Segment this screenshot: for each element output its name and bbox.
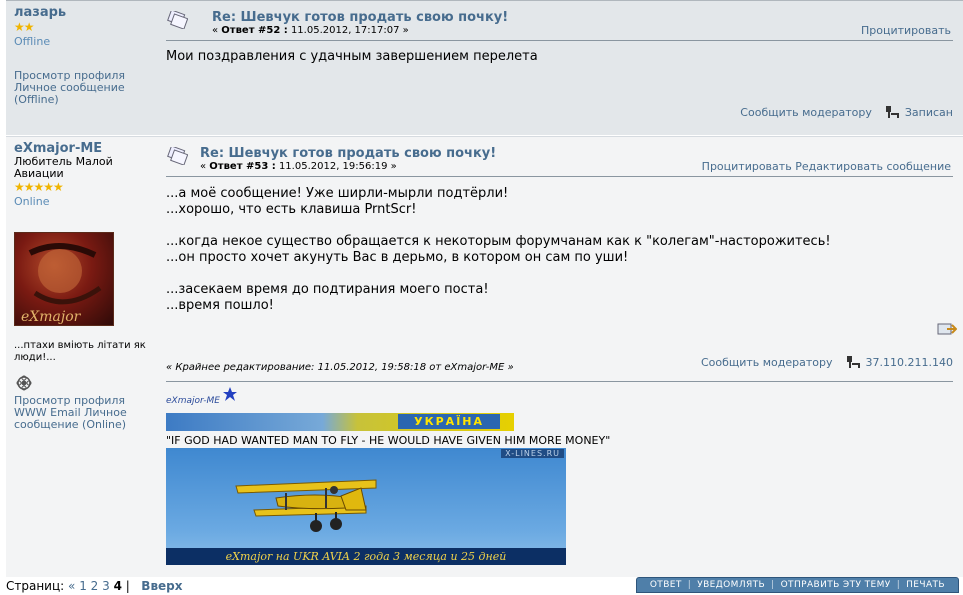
notify-button[interactable]: УВЕДОМЛЯТЬ — [692, 580, 770, 590]
personal-text-value: ...птахи вміють літати як люди!... — [14, 340, 146, 363]
signature-quote-text: "IF GOD HAD WANTED MAN TO FLY - HE WOULD… — [166, 434, 611, 447]
post-line: ...когда некое существо обращается к нек… — [166, 234, 831, 249]
post-line: ...хорошо, что есть клавиша PrntScr! — [166, 202, 417, 217]
logged-icon — [885, 105, 901, 119]
post-52: лазарь ★★ Offline Просмотр профиля Лично… — [6, 0, 963, 135]
post-meta: « Ответ #53 : 11.05.2012, 19:56:19 » — [200, 161, 397, 172]
post-main: Re: Шевчук готов продать свою почку! « О… — [166, 137, 958, 565]
go-top-link[interactable]: Вверх — [141, 579, 182, 593]
post-line: ...он просто хочет акунуть Вас в дерьмо,… — [166, 250, 629, 265]
signature-logo-text: eXmajor-ME — [166, 396, 220, 406]
biplane-image — [235, 479, 377, 532]
quote-button[interactable]: Процитировать — [702, 160, 792, 173]
reply-button[interactable]: ОТВЕТ — [645, 580, 687, 590]
reply-number: Ответ #52 : — [221, 25, 288, 36]
star-icon — [222, 387, 237, 401]
banner-caption-text: eXmajor на UKR AVIA 2 года 3 месяца и 25… — [225, 550, 507, 563]
send-topic-button[interactable]: ОТПРАВИТЬ ЭТУ ТЕМУ — [776, 580, 896, 590]
online-status: Offline — [14, 35, 51, 48]
post-actions: Процитировать Редактировать сообщение — [702, 160, 951, 173]
post-main: Re: Шевчук готов продать свою почку! « О… — [166, 1, 953, 65]
post-header: Re: Шевчук готов продать свою почку! « О… — [166, 137, 953, 177]
www-email-pm-links[interactable]: WWW Email Личное сообщение (Online) — [14, 406, 127, 431]
aviation-banner: X-LINES.RU eXmajor на UKR AVIA 2 года 3 … — [166, 448, 566, 565]
avatar-text: eXmajor — [21, 309, 82, 325]
post-line — [166, 218, 953, 234]
author-link[interactable]: eXmajor-ME — [14, 141, 154, 156]
poster-links: Просмотр профиля Личное сообщение (Offli… — [14, 70, 154, 106]
ip-address-link[interactable]: 37.110.211.140 — [866, 356, 953, 369]
current-page: 4 — [113, 579, 122, 593]
signature-logo: eXmajor-ME — [166, 387, 237, 406]
meta-prefix: « — [200, 161, 210, 172]
rank-stars: ★★ — [14, 20, 35, 34]
avatar: eXmajor — [14, 232, 114, 326]
signature-divider — [166, 381, 953, 382]
post-meta: « Ответ #52 : 11.05.2012, 17:17:07 » — [212, 25, 409, 36]
page-link-3[interactable]: 3 — [102, 579, 110, 593]
poster-links: Просмотр профиля WWW Email Личное сообще… — [14, 395, 154, 431]
page-link-2[interactable]: 2 — [91, 579, 99, 593]
post-header: Re: Шевчук готов продать свою почку! « О… — [166, 1, 953, 41]
post-title[interactable]: Re: Шевчук готов продать свою почку! — [200, 146, 496, 161]
post-date: 11.05.2012, 19:56:19 » — [275, 161, 397, 172]
poster-info: лазарь ★★ Offline Просмотр профиля Лично… — [14, 5, 154, 106]
signature-quote: "IF GOD HAD WANTED MAN TO FLY - HE WOULD… — [166, 434, 610, 447]
prev-page-link[interactable]: « — [68, 579, 75, 593]
topic-buttons: ОТВЕТ | УВЕДОМЛЯТЬ | ОТПРАВИТЬ ЭТУ ТЕМУ | ПЕЧА… — [635, 577, 959, 593]
pagination: Страниц: « 1 2 3 4 | Вверх — [6, 579, 183, 593]
ip-icon — [846, 355, 862, 369]
gender-icon — [16, 375, 32, 395]
post-line: ...время пошло! — [166, 298, 274, 313]
post-text: Мои поздравления с удачным завершением п… — [166, 49, 538, 64]
topic-icon — [167, 147, 188, 165]
post-date: 11.05.2012, 17:17:07 » — [287, 25, 409, 36]
topic-icon — [167, 11, 188, 29]
pager-separator: | — [125, 579, 130, 593]
pages-label: Страниц: — [6, 579, 65, 593]
post-title[interactable]: Re: Шевчук готов продать свою почку! — [212, 10, 508, 25]
post-footer: Сообщить модератору Записан — [740, 105, 953, 119]
edit-button[interactable]: Редактировать сообщение — [795, 160, 951, 173]
report-moderator-link[interactable]: Сообщить модератору — [740, 106, 872, 119]
rank-stars: ★★★★★ — [14, 180, 64, 194]
banner-caption: eXmajor на UKR AVIA 2 года 3 месяца и 25… — [166, 548, 566, 565]
button-separator: | — [771, 580, 775, 590]
meta-prefix: « — [212, 25, 222, 36]
post-body: Мои поздравления с удачным завершением п… — [166, 49, 953, 65]
post-line — [166, 266, 953, 282]
member-group: Любитель Малой Авиации — [14, 155, 113, 180]
quote-inline-icon[interactable] — [937, 321, 958, 341]
ukraine-banner: УКРАЇНА — [166, 413, 514, 431]
page-link-1[interactable]: 1 — [79, 579, 87, 593]
author-link[interactable]: лазарь — [14, 5, 154, 20]
pm-status: (Offline) — [14, 93, 59, 106]
logged-link[interactable]: Записан — [905, 106, 953, 119]
post-line: ...а моё сообщение! Уже ширли-мырли подт… — [166, 186, 509, 201]
post-body: ...а моё сообщение! Уже ширли-мырли подт… — [166, 186, 953, 314]
ukraine-banner-text: УКРАЇНА — [398, 414, 500, 429]
post-footer: Сообщить модератору 37.110.211.140 — [701, 355, 953, 369]
reply-number: Ответ #53 : — [209, 161, 276, 172]
report-moderator-link[interactable]: Сообщить модератору — [701, 356, 833, 369]
post-line: ...засекаем время до подтирания моего по… — [166, 282, 489, 297]
online-status: Online — [14, 195, 50, 208]
post-53: eXmajor-ME Любитель Малой Авиации ★★★★★ … — [6, 136, 963, 577]
edit-note-text: « Крайнее редактирование: 11.05.2012, 19… — [166, 362, 514, 373]
quote-button[interactable]: Процитировать — [861, 24, 951, 37]
print-button[interactable]: ПЕЧАТЬ — [901, 580, 950, 590]
poster-info: eXmajor-ME Любитель Малой Авиации ★★★★★ … — [14, 141, 154, 208]
personal-text: ...птахи вміють літати як люди!... — [14, 340, 159, 364]
